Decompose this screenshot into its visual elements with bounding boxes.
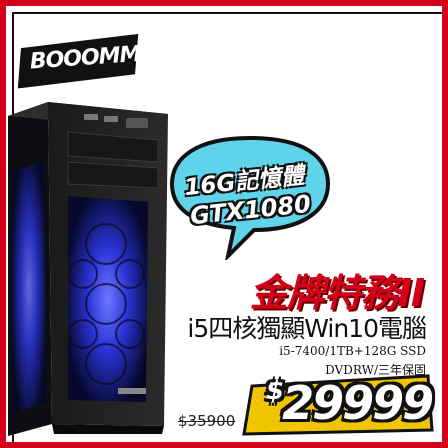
spec-speech-bubble: 16G記憶體 GTX1080 <box>168 132 332 260</box>
pc-tower-image <box>8 84 168 440</box>
boom-badge: BOOOMM!! <box>15 33 159 89</box>
price-amount: 29999 <box>282 376 434 430</box>
sale-price: $29999 <box>266 376 434 430</box>
price-currency: $ <box>266 376 284 406</box>
product-subline: i5四核獨顯Win10電腦 <box>187 314 427 343</box>
sale-price-box: $29999 <box>238 372 434 436</box>
original-price: $35900 <box>178 412 236 430</box>
spec-line-1: i5-7400/1TB+128G SSD <box>279 344 426 358</box>
